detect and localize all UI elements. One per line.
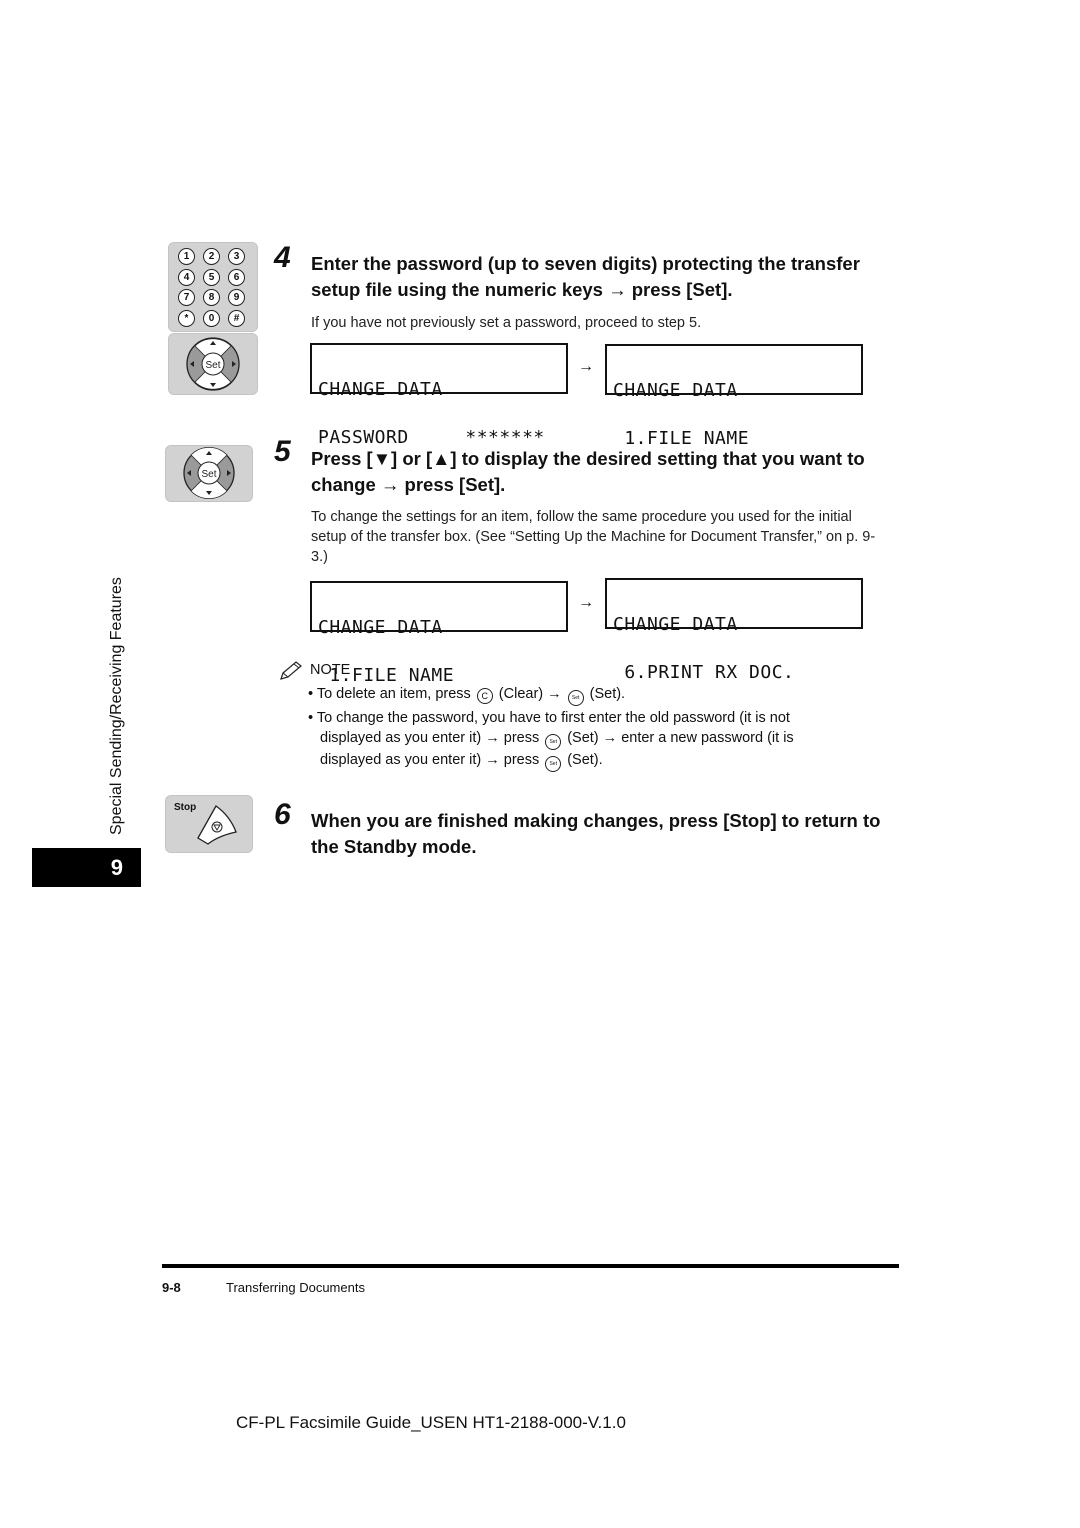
note-item: • To delete an item, press C (Clear) → Set (… [308,684,868,706]
lcd-line: 1.FILE NAME [318,665,455,686]
step-heading: When you are finished making changes, pr… [311,810,881,857]
step-number: 5 [274,435,291,468]
lcd-display-after: CHANGE DATA 6.PRINT RX DOC. [605,578,863,682]
arrow-icon: → [578,358,594,375]
key-7-icon: 7 [178,289,195,306]
pencil-icon [280,661,302,680]
lcd-line: 1.FILE NAME [613,428,750,449]
step-number: 6 [274,798,291,831]
stop-button-graphic-icon [197,805,237,845]
note-text: (Set). [567,752,603,768]
key-star-icon: * [178,310,195,327]
set-dpad-icon: Set [168,333,258,395]
dpad-graphic-icon: Set [183,446,235,500]
numeric-keypad-icon: 1 2 3 4 5 6 7 8 9 * 0 # [168,242,258,332]
key-hash-icon: # [228,310,245,327]
key-3-icon: 3 [228,248,245,265]
svg-text:Set: Set [205,360,220,371]
dpad-graphic-icon: Set [186,337,240,391]
svg-text:Set: Set [201,469,216,480]
note-text: displayed as you enter it) → press [320,730,540,746]
lcd-line: CHANGE DATA [318,379,443,400]
key-4-icon: 4 [178,269,195,286]
set-key-icon: Set [545,756,562,772]
note-text: (Clear) → [498,686,562,702]
step-number: 4 [274,241,291,274]
lcd-display-before: CHANGE DATA 1.FILE NAME [310,581,568,685]
footer-rule [162,1264,899,1268]
note-text: (Set) → enter a new password (it is [567,730,794,746]
section-title: Transferring Documents [226,1280,365,1295]
set-key-icon: Set [567,690,584,706]
lcd-line: CHANGE DATA [613,614,738,635]
note-text: • To change the password, you have to fi… [308,710,790,726]
set-dpad-icon: Set [165,445,253,502]
step-heading: Press [▼] or [▲] to display the desired … [311,448,865,495]
key-6-icon: 6 [228,269,245,286]
key-9-icon: 9 [228,289,245,306]
note-text: • To delete an item, press [308,686,471,702]
note-text: (Set). [589,686,626,702]
key-5-icon: 5 [203,269,220,286]
lcd-line: CHANGE DATA [613,380,738,401]
key-0-icon: 0 [203,310,220,327]
page-number: 9-8 [162,1280,181,1295]
set-key-icon: Set [545,734,562,750]
chapter-side-label: Special Sending/Receiving Features [108,577,125,835]
lcd-line: CHANGE DATA [318,617,443,638]
lcd-line: 6.PRINT RX DOC. [613,662,795,683]
note-title: NOTE [310,662,351,678]
stop-key-icon: Stop [165,795,253,853]
key-8-icon: 8 [203,289,220,306]
key-2-icon: 2 [203,248,220,265]
arrow-icon: → [578,594,594,611]
step-body: If you have not previously set a passwor… [311,315,702,331]
step-body: To change the settings for an item, foll… [311,509,876,565]
note-item: • To change the password, you have to fi… [308,708,868,772]
step-heading: Enter the password (up to seven digits) … [311,253,860,300]
lcd-display-before: CHANGE DATA PASSWORD ******* [310,343,568,447]
lcd-line: PASSWORD ******* [318,427,545,448]
chapter-tab: 9 [32,848,141,887]
key-1-icon: 1 [178,248,195,265]
lcd-display-after: CHANGE DATA 1.FILE NAME [605,344,863,448]
clear-key-icon: C [476,688,493,704]
note-text: displayed as you enter it) → press [320,752,540,768]
document-id: CF-PL Facsimile Guide_USEN HT1-2188-000-… [236,1413,626,1432]
